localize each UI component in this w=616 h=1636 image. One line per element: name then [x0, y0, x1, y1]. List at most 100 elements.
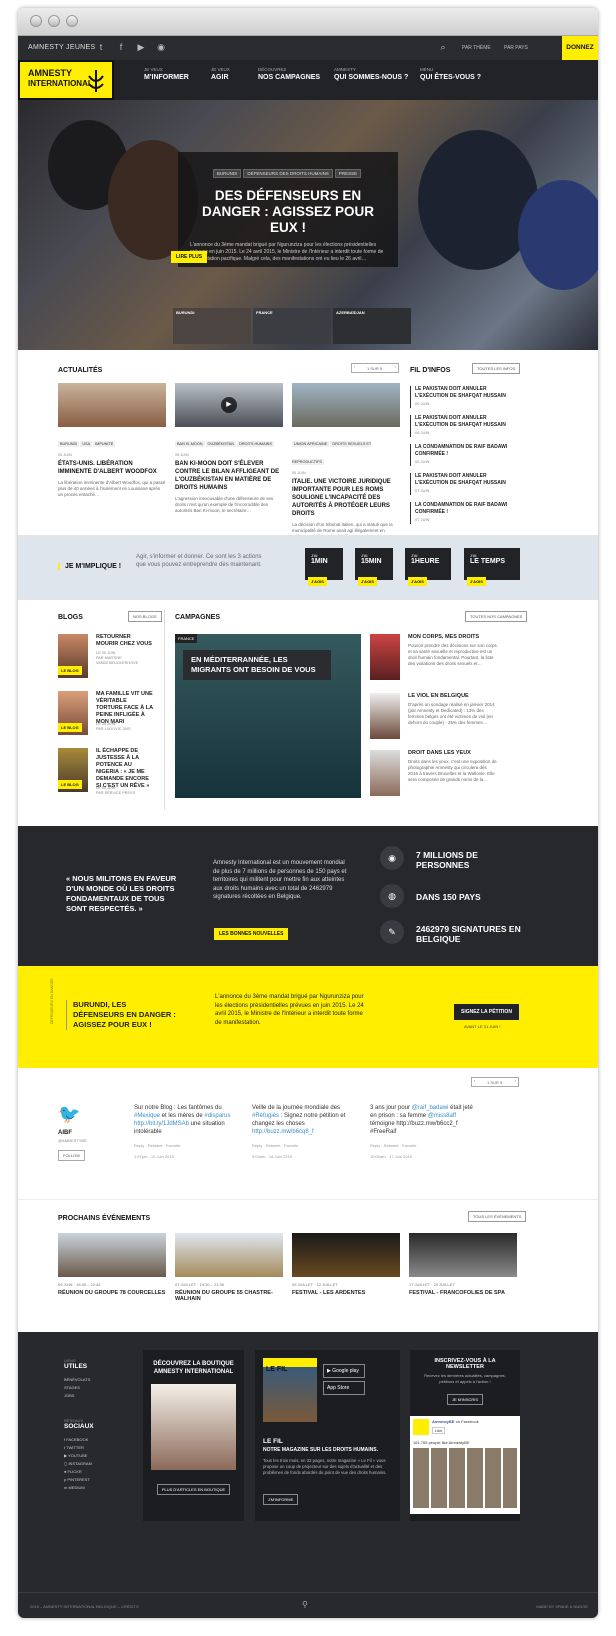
petition-deadline: AVANT LE 31 JUIN !	[464, 1024, 501, 1029]
reply-button[interactable]: Reply	[134, 1143, 144, 1148]
hero-tag[interactable]: BURUNDI	[212, 169, 242, 178]
magazine-cover[interactable]: LE FIL	[263, 1358, 317, 1422]
retweet-button[interactable]: Retweet	[384, 1143, 399, 1148]
tweet-link[interactable]: #Réfugiés	[252, 1113, 279, 1119]
window-minimize-button[interactable]	[48, 15, 60, 27]
hero-thumb[interactable]: FRANCE	[253, 308, 331, 344]
eye-icon: ◉	[380, 846, 404, 870]
time-option-1min[interactable]: J'AI 1MIN J'AGIS	[305, 548, 343, 586]
facebook-like-button[interactable]: Like	[432, 1427, 446, 1434]
tweet-link[interactable]: http://buzz.mw/	[252, 1129, 292, 1135]
nav-item-qui-etes-vous[interactable]: MENU QUI ÊTES-VOUS ?	[420, 67, 481, 81]
event-card[interactable]: 09 JUILLET · 12 JUILLET FESTIVAL - LES AR…	[292, 1233, 400, 1296]
campaign-item[interactable]: LE VIOL EN BELGIQUE D'après un sondage ré…	[370, 693, 500, 743]
blog-item[interactable]: LE BLOG RETOURNER MOURIR CHEZ VOUS LE 05 …	[58, 634, 152, 684]
event-card[interactable]: 09 JUIN · 19:45 – 22:45 RÉUNION DU GROUPE…	[58, 1233, 166, 1296]
news-card[interactable]: ▶ BAN KI-MOON OUZBÉKISTAN DROITS HUMAINS 0…	[175, 383, 283, 514]
our-blogs-button[interactable]: NOS BLOGS	[128, 611, 162, 622]
mission-text: Amnesty International est un mouvement m…	[213, 860, 347, 900]
tweet-link[interactable]: http://bit.ly/1JdMSAb	[134, 1121, 189, 1127]
twitter-link[interactable]: t TWITTER	[64, 1444, 94, 1452]
favorite-button[interactable]: Favorite	[284, 1143, 298, 1148]
time-option-le-temps[interactable]: J'AI LE TEMPS J'AGIS	[464, 548, 520, 586]
read-more-button[interactable]: LIRE PLUS	[171, 251, 208, 263]
event-card[interactable]: 17 JUILLET · 20 JUILLET FESTIVAL - FRANCO…	[409, 1233, 517, 1296]
tweet-link[interactable]: #disparus	[204, 1113, 230, 1119]
fil-item[interactable]: LA CONDAMNATION DE RAIF BADAWI CONFIRMÉE…	[410, 444, 520, 466]
campaign-item[interactable]: MON CORPS, MES DROITS Pouvoir prendre des…	[370, 634, 500, 684]
retweet-button[interactable]: Retweet	[266, 1143, 281, 1148]
follow-button[interactable]: FOLLOW	[58, 1150, 85, 1161]
subscribe-button[interactable]: JE M'INSCRIS	[446, 1394, 484, 1405]
medium-link[interactable]: m MEDIUM	[64, 1484, 94, 1492]
pinterest-link[interactable]: p PINTEREST	[64, 1476, 94, 1484]
time-option-15min[interactable]: J'AI 15MIN J'AGIS	[355, 548, 393, 586]
campaign-item[interactable]: DROIT DANS LES YEUX Droits dans les yeux,…	[370, 750, 500, 800]
divider	[164, 610, 165, 810]
window-zoom-button[interactable]	[66, 15, 78, 27]
event-card[interactable]: 07 JUILLET · 19:30 – 21:30 RÉUNION DU GRO…	[175, 1233, 283, 1302]
nav-item-qui-sommes-nous[interactable]: AMNESTY QUI SOMMES-NOUS ?	[334, 67, 408, 81]
amnesty-logo[interactable]: AMNESTY INTERNATIONAL	[18, 60, 114, 100]
reply-button[interactable]: Reply	[370, 1143, 380, 1148]
facebook-icon[interactable]: f	[116, 42, 126, 52]
all-events-button[interactable]: TOUS LES ÉVÉNEMENTS	[468, 1211, 527, 1222]
nav-item-informer[interactable]: JE VEUX M'INFORMER	[144, 67, 189, 81]
flickr-link[interactable]: ● FLICKR	[64, 1468, 94, 1476]
instagram-link[interactable]: ◻ INSTAGRAM	[64, 1460, 94, 1468]
theme-dropdown[interactable]: PAR THÈME	[462, 45, 491, 51]
tweet-pager[interactable]: ‹ 1 SUR 5 ›	[471, 1077, 519, 1087]
news-card[interactable]: BURUNDI USA IMPUNITÉ 05 JUIN ÉTATS-UNIS. L…	[58, 383, 166, 498]
campaign-main[interactable]: FRANCE EN MÉDITERRANNÉE, LES MIGRANTS ON…	[175, 634, 361, 798]
shop-more-button[interactable]: PLUS D'ARTICLES EN BOUTIQUE	[156, 1484, 231, 1495]
tweet-link[interactable]: #Mexique	[134, 1113, 160, 1119]
news-card[interactable]: UNION AFRICAINE DROITS SEXUELS ET REPRODU…	[292, 383, 400, 540]
tweet-link[interactable]: @raif_badawi	[412, 1105, 449, 1111]
good-news-button[interactable]: LES BONNES NOUVELLES	[214, 928, 289, 940]
nav-item-campagnes[interactable]: DÉCOUVREZ NOS CAMPAGNES	[258, 67, 320, 81]
fil-item[interactable]: LE PAKISTAN DOIT ANNULER L'EXÉCUTION DE …	[410, 473, 520, 495]
nav-item-agir[interactable]: JE VEUX AGIR	[211, 67, 230, 81]
hero-tag[interactable]: DÉFENSEURS DES DROITS HUMAINS	[243, 169, 333, 178]
fil-item[interactable]: LE PAKISTAN DOIT ANNULER L'EXÉCUTION DE …	[410, 415, 520, 437]
play-icon[interactable]: ▶	[221, 397, 237, 413]
footer-link[interactable]: JOBS	[64, 1392, 90, 1400]
sign-petition-button[interactable]: SIGNEZ LA PÉTITION	[454, 1004, 519, 1020]
reply-button[interactable]: Reply	[252, 1143, 262, 1148]
favorite-button[interactable]: Favorite	[166, 1143, 180, 1148]
rss-icon[interactable]: ◉	[156, 42, 166, 52]
blog-item[interactable]: LE BLOG IL ÉCHAPPE DE JUSTESSE À LA POTE…	[58, 748, 149, 798]
window-close-button[interactable]	[30, 15, 42, 27]
youtube-link[interactable]: ▶ YOUTUBE	[64, 1452, 94, 1460]
fil-item[interactable]: LE PAKISTAN DOIT ANNULER L'EXÉCUTION DE …	[410, 386, 520, 408]
events-section: PROCHAINS ÉVÉNEMENTS TOUS LES ÉVÉNEMENTS…	[18, 1200, 598, 1332]
donate-button[interactable]: DONNEZ	[562, 36, 598, 60]
all-campaigns-button[interactable]: TOUTES NOS CAMPAGNES	[465, 611, 528, 622]
footer-link[interactable]: BÉNÉVOLATS	[64, 1376, 90, 1384]
all-news-button[interactable]: TOUTES LES INFOS	[472, 363, 521, 374]
retweet-button[interactable]: Retweet	[148, 1143, 163, 1148]
news-pager[interactable]: ‹ 1 SUR 5 ›	[351, 363, 399, 373]
hero-thumb[interactable]: AZERBAÏDJAN	[333, 308, 411, 344]
country-dropdown[interactable]: PAR PAYS	[504, 45, 528, 51]
tweet-link[interactable]: b6cq8_f	[292, 1129, 313, 1135]
amnesty-jeunes-link[interactable]: AMNESTY JEUNES	[28, 44, 95, 51]
favorite-button[interactable]: Favorite	[402, 1143, 416, 1148]
google-play-button[interactable]: ▶ Google play	[323, 1364, 365, 1378]
footer-link[interactable]: STAGES	[64, 1384, 90, 1392]
blog-item[interactable]: LE BLOG MA FAMILLE VIT UNE VÉRITABLE TOR…	[58, 691, 153, 741]
hero-tag[interactable]: PRESSE	[334, 169, 362, 178]
hero-thumb[interactable]: BURUNDI	[173, 308, 251, 344]
fil-item[interactable]: LA CONDAMNATION DE RAIF BADAWI CONFIRMÉE…	[410, 502, 520, 524]
search-icon[interactable]: ⌕	[438, 42, 448, 52]
app-store-button[interactable]: App Store	[323, 1381, 365, 1395]
youtube-icon[interactable]: ▶	[136, 42, 146, 52]
tweet-link[interactable]: @miss8aff	[428, 1113, 456, 1119]
facebook-link[interactable]: f FACEBOOK	[64, 1436, 94, 1444]
twitter-icon[interactable]: t	[96, 42, 106, 52]
made-by[interactable]: MADE BY SPADE & NUDGE	[536, 1604, 588, 1609]
shop-product-image[interactable]	[151, 1384, 236, 1470]
twitter-bird-icon: 🐦	[58, 1104, 81, 1124]
time-option-1heure[interactable]: J'AI 1HEURE J'AGIS	[405, 548, 451, 586]
magazine-button[interactable]: J'M'INFORME	[263, 1494, 299, 1505]
